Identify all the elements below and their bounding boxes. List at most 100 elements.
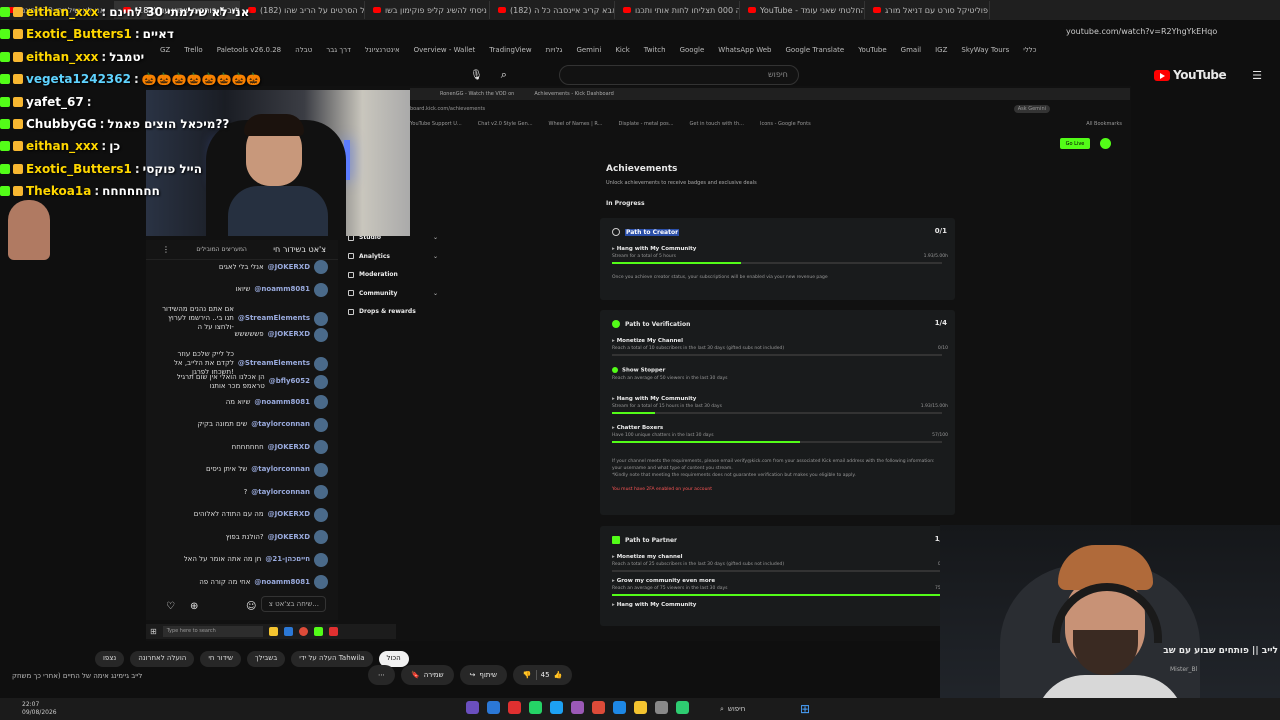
ask-gemini-button: Ask Gemini — [1013, 105, 1050, 113]
achievement-item-title: Hang with My Community — [616, 602, 697, 608]
avatar — [314, 374, 328, 389]
bookmark-item[interactable]: Google — [680, 46, 705, 54]
dislike-icon: 👎 — [522, 671, 532, 679]
achievement-item-value: 1.93/5.00h — [923, 254, 948, 259]
kick-chat-user: @taylorconnan — [251, 420, 310, 428]
taskbar-app-icon[interactable] — [592, 701, 605, 714]
channel-name[interactable]: Mister_Bl — [1170, 666, 1197, 673]
taskbar-app-icon[interactable] — [571, 701, 584, 714]
bookmark-item[interactable]: Gemini — [576, 46, 601, 54]
sub-badge-icon — [13, 119, 23, 129]
avatar — [314, 282, 328, 297]
filter-chip[interactable]: הועלה לאחרונה — [130, 651, 195, 667]
avatar — [314, 530, 328, 544]
overlay-chat-line: yafet_67: — [0, 92, 95, 112]
achievement-item: ▸ Monetize my channel Reach a total of 25… — [612, 554, 948, 572]
overlay-chat-user: ChubbyGG — [26, 117, 97, 131]
more-button[interactable]: ⋯ — [368, 665, 395, 685]
kick-nav-item: Moderation — [348, 271, 438, 278]
bookmark-item[interactable]: WhatsApp Web — [718, 46, 771, 54]
kick-nav-label: Community — [359, 289, 398, 297]
bookmark-item[interactable]: Overview - Wallet — [414, 46, 476, 54]
chevron-down-icon: ⌄ — [432, 252, 438, 260]
taskbar-search[interactable]: ⌕ חיפוש — [720, 702, 810, 716]
filter-chip[interactable]: נצפו — [95, 651, 125, 667]
avatar — [314, 327, 328, 342]
youtube-logo[interactable]: YouTube — [1154, 68, 1227, 82]
kick-chat-message: אנלי בלי לאגים @JOKERXD — [158, 260, 328, 274]
search-icon: ⌕ — [720, 704, 724, 713]
mic-icon[interactable]: 🎙 — [470, 70, 483, 81]
bookmark-item[interactable]: כללי — [1023, 46, 1036, 54]
bookmark-item[interactable]: גלויות — [546, 46, 563, 54]
achievement-note: Once you achieve creator status, your su… — [612, 275, 828, 280]
achievement-item-title: Show Stopper — [622, 367, 666, 374]
search-icon[interactable]: ⌕ — [501, 68, 507, 82]
inner-tab: Achievements - Kick Dashboard — [534, 91, 614, 97]
overlay-chat-colon: : — [134, 161, 140, 176]
achievement-item-title: Grow my community even more — [616, 578, 716, 584]
taskbar-app-icon[interactable] — [487, 701, 500, 714]
windows-taskbar: 22:07 09/08/2026 ⌕ חיפוש ⊞ — [0, 698, 1280, 720]
like-button[interactable]: 👎 45 👍 — [512, 665, 573, 685]
taskbar-app-icon[interactable] — [634, 701, 647, 714]
browser-tab[interactable]: (182) אבא קריב איינסבה כל ה — [490, 1, 615, 19]
achievement-item-value: 1.93/15.00h — [920, 404, 948, 409]
bookmark-item[interactable]: אינטרנציונל — [365, 46, 400, 54]
achievement-item-desc: Stream for a total of 15 hours in the la… — [612, 404, 722, 409]
address-url[interactable]: youtube.com/watch?v=R2YhgYkEHqo — [1066, 27, 1217, 36]
emote-icon: ☺ — [246, 601, 257, 612]
kick-chat-message: הולנת בפוץ? @JOKERXD — [158, 530, 328, 544]
taskbar-app-icon[interactable] — [550, 701, 563, 714]
bookmark-item[interactable]: SkyWay Tours — [961, 46, 1009, 54]
filter-chip[interactable]: שידור חי — [200, 651, 241, 667]
top-fans-label: המעריצים המובילים — [196, 246, 247, 253]
taskbar-app-icon[interactable] — [529, 701, 542, 714]
bookmark-item[interactable]: Google Translate — [785, 46, 844, 54]
inner-search-box: Type here to search — [162, 626, 263, 637]
video-title[interactable]: לייב || פותחים שבוע עם שב — [1160, 646, 1278, 656]
save-label: שמירה — [423, 671, 444, 679]
kick-nav-item: Community ⌄ — [348, 290, 438, 297]
avatar — [314, 260, 328, 274]
kick-chat-text: מה עם התודה לאלוהים — [193, 510, 264, 518]
kick-chat-message: ? @taylorconnan — [158, 485, 328, 499]
bookmark-item[interactable]: TradingView — [489, 46, 531, 54]
taskbar-app-icon[interactable] — [655, 701, 668, 714]
achievement-item-value: 0/10 — [937, 346, 948, 351]
save-button[interactable]: 🔖 שמירה — [401, 665, 454, 685]
kick-chat-message: מה עם התודה לאלוהים @JOKERXD — [158, 507, 328, 522]
achievement-item: ▸ Chatter Boxers Have 100 unique chatters… — [612, 425, 948, 443]
address-bar[interactable]: youtube.com/watch?v=R2YhgYkEHqo — [880, 22, 1280, 40]
achievement-item-name: ▸ Hang with My Community — [612, 396, 948, 402]
kick-chat-user: @JOKERXD — [267, 532, 310, 541]
related-filter-chips: נצפו הועלה לאחרונה שידור חי בשבילך העלה על י… — [95, 651, 409, 667]
achievement-card-title: Path to Verification — [612, 320, 690, 328]
bookmark-item[interactable]: IGZ — [935, 46, 947, 54]
windows-start-icon[interactable]: ⊞ — [800, 702, 810, 716]
achievement-item-name: ▸ Monetize My Channel — [612, 338, 948, 344]
bookmark-item[interactable]: YouTube — [858, 46, 886, 54]
youtube-search-input[interactable]: חיפוש — [558, 65, 799, 85]
browser-tab[interactable]: פוליטיקל סורט עם דניאל מורג — [865, 1, 990, 19]
bookmark-item[interactable]: Twitch — [644, 46, 666, 54]
taskbar-app-icon[interactable] — [676, 701, 689, 714]
filter-chip[interactable]: העלה על ידי Tahwila — [291, 651, 373, 667]
suggested-video-title[interactable]: לייב גיימינג אימה של החיים (אחרי כך משחק — [12, 672, 142, 680]
taskbar-app-icon[interactable] — [613, 701, 626, 714]
share-button[interactable]: ↪ שיתוף — [459, 665, 507, 685]
overlay-chat-line: eithan_xxx: כן — [0, 136, 120, 156]
menu-icon[interactable]: ☰ — [1252, 69, 1262, 82]
bookmark-item[interactable]: Kick — [615, 46, 629, 54]
taskbar-clock[interactable]: 22:07 09/08/2026 — [0, 701, 57, 717]
taskbar-app-icon[interactable] — [466, 701, 479, 714]
browser-tab[interactable]: YouTube - החלטתי שאני עומד — [740, 1, 865, 19]
achievement-item-name: ▸ Hang with My Community — [612, 602, 948, 608]
browser-tab[interactable]: ניסתי להשיג קליפ פוקימון בשו — [365, 1, 490, 19]
bookmark-item[interactable]: Gmail — [901, 46, 921, 54]
check-circle-icon — [612, 320, 620, 328]
taskbar-app-icon[interactable] — [508, 701, 521, 714]
achievement-item-name: Show Stopper — [612, 367, 948, 374]
filter-chip[interactable]: בשבילך — [246, 651, 286, 667]
browser-tab[interactable]: מה 000 תצליחו לחות אותי ותכנו — [615, 1, 740, 19]
